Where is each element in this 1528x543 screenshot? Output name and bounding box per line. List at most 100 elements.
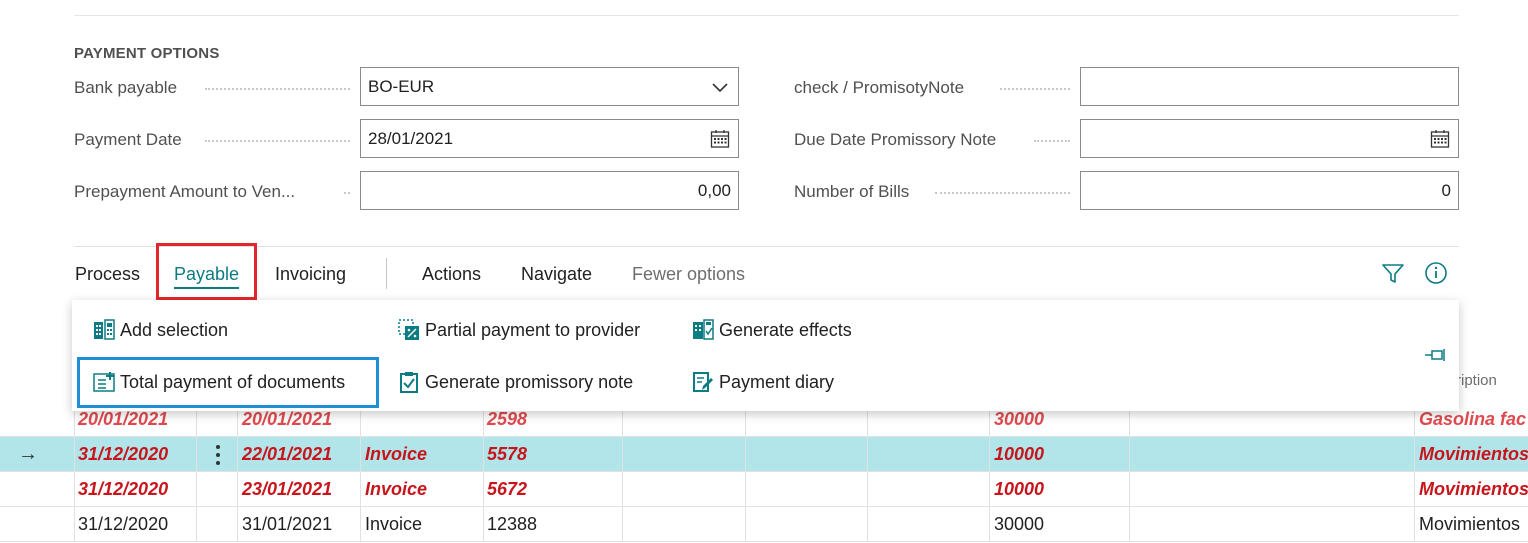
section-title: PAYMENT OPTIONS: [74, 45, 220, 62]
col-divider: [1129, 437, 1130, 472]
table-row[interactable]: 31/12/2020 23/01/2021 Invoice 5672 10000…: [0, 472, 1528, 507]
col-divider: [745, 507, 746, 542]
col-divider: [989, 472, 990, 507]
cell-description: Movimientos: [1419, 444, 1528, 464]
col-divider: [989, 437, 990, 472]
bank-payable-value: BO-EUR: [368, 76, 435, 96]
col-divider: [745, 437, 746, 472]
col-divider: [360, 437, 361, 472]
payment-diary-icon: [691, 370, 715, 394]
col-divider: [483, 437, 484, 472]
col-divider: [622, 507, 623, 542]
col-divider: [989, 507, 990, 542]
cell-description: Movimientos: [1419, 479, 1528, 499]
col-divider: [1129, 472, 1130, 507]
tab-navigate[interactable]: Navigate: [521, 264, 592, 285]
filter-icon[interactable]: [1380, 261, 1406, 287]
prepayment-amount-value: 0,00: [697, 180, 731, 200]
generate-effects-button[interactable]: Generate effects: [691, 318, 852, 342]
tab-actions[interactable]: Actions: [422, 264, 481, 285]
col-divider: [483, 472, 484, 507]
partial-payment-button[interactable]: Partial payment to provider: [397, 318, 640, 342]
tab-fewer-options[interactable]: Fewer options: [632, 264, 745, 285]
col-divider: [745, 472, 746, 507]
due-date-promissory-label: Due Date Promissory Note: [794, 130, 997, 149]
col-divider: [1414, 437, 1415, 472]
col-divider: [74, 507, 75, 542]
col-divider: [237, 472, 238, 507]
check-promissory-input[interactable]: [1080, 67, 1459, 106]
col-divider: [867, 472, 868, 507]
cell-posting-date: 31/12/2020: [78, 514, 169, 534]
prepayment-amount-label: Prepayment Amount to Ven...: [74, 182, 296, 201]
pin-icon[interactable]: [1423, 342, 1449, 368]
number-of-bills-input[interactable]: 0: [1080, 171, 1459, 210]
leader-dots: [935, 192, 1070, 194]
add-selection-button[interactable]: Add selection: [92, 318, 228, 342]
col-divider: [196, 437, 197, 472]
payment-date-value: 28/01/2021: [368, 128, 454, 148]
payment-date-input[interactable]: 28/01/2021: [360, 119, 739, 158]
tab-invoicing[interactable]: Invoicing: [275, 264, 346, 285]
col-divider: [237, 507, 238, 542]
chevron-down-icon[interactable]: [709, 76, 731, 98]
col-divider: [360, 507, 361, 542]
leader-dots: [205, 140, 350, 142]
payment-diary-label: Payment diary: [719, 371, 835, 392]
column-header-description: ription: [1456, 372, 1497, 389]
bank-payable-select[interactable]: BO-EUR: [360, 67, 739, 106]
cell-due-date: 23/01/2021: [242, 479, 333, 499]
col-divider: [867, 437, 868, 472]
total-payment-highlight: [77, 357, 379, 408]
payment-diary-button[interactable]: Payment diary: [691, 370, 834, 394]
tab-separator: [386, 258, 387, 289]
table-row-selected[interactable]: → 31/12/2020 22/01/2021 Invoice 5578 100…: [0, 437, 1528, 472]
add-selection-icon: [92, 318, 116, 342]
clipboard-check-icon: [397, 370, 421, 394]
cell-doc-type: Invoice: [365, 514, 423, 534]
row-menu-icon[interactable]: [205, 437, 231, 472]
cell-vendor: 10000: [994, 479, 1045, 499]
col-divider: [622, 437, 623, 472]
number-of-bills-label: Number of Bills: [794, 182, 910, 201]
cell-due-date: 22/01/2021: [242, 444, 333, 464]
leader-dots: [1000, 88, 1070, 90]
due-date-promissory-input[interactable]: [1080, 119, 1459, 158]
prepayment-amount-input[interactable]: 0,00: [360, 171, 739, 210]
partial-payment-icon: [397, 318, 421, 342]
generate-promissory-note-button[interactable]: Generate promissory note: [397, 370, 633, 394]
generate-promissory-note-label: Generate promissory note: [425, 371, 634, 392]
tab-process[interactable]: Process: [75, 264, 140, 285]
generate-effects-icon: [691, 318, 715, 342]
col-divider: [1129, 507, 1130, 542]
payable-tab-highlight: [156, 243, 257, 300]
add-selection-label: Add selection: [120, 319, 229, 340]
generate-effects-label: Generate effects: [719, 319, 852, 340]
partial-payment-label: Partial payment to provider: [425, 319, 641, 340]
leader-dots: [1034, 140, 1070, 142]
col-divider: [867, 507, 868, 542]
cell-doc-no: 5672: [487, 479, 528, 499]
info-icon[interactable]: [1423, 260, 1449, 286]
cell-doc-type: Invoice: [365, 444, 428, 464]
col-divider: [360, 472, 361, 507]
calendar-icon[interactable]: [1429, 128, 1451, 150]
col-divider: [483, 507, 484, 542]
table-row[interactable]: 31/12/2020 31/01/2021 Invoice 12388 3000…: [0, 507, 1528, 542]
row-marker-arrow-icon: →: [18, 443, 38, 465]
cell-doc-type: Invoice: [365, 479, 428, 499]
leader-dots: [205, 88, 350, 90]
payment-date-label: Payment Date: [74, 130, 182, 149]
col-divider: [237, 437, 238, 472]
cell-posting-date: 31/12/2020: [78, 444, 169, 464]
cell-due-date: 31/01/2021: [242, 514, 333, 534]
cell-description: Movimientos: [1419, 514, 1521, 534]
check-promissory-label: check / PromisotyNote: [794, 78, 965, 97]
top-divider: [74, 15, 1459, 16]
calendar-icon[interactable]: [709, 128, 731, 150]
cell-vendor: 10000: [994, 444, 1045, 464]
cell-posting-date: 31/12/2020: [78, 479, 169, 499]
cell-doc-no: 5578: [487, 444, 528, 464]
col-divider: [74, 472, 75, 507]
leader-dots: [344, 192, 350, 194]
